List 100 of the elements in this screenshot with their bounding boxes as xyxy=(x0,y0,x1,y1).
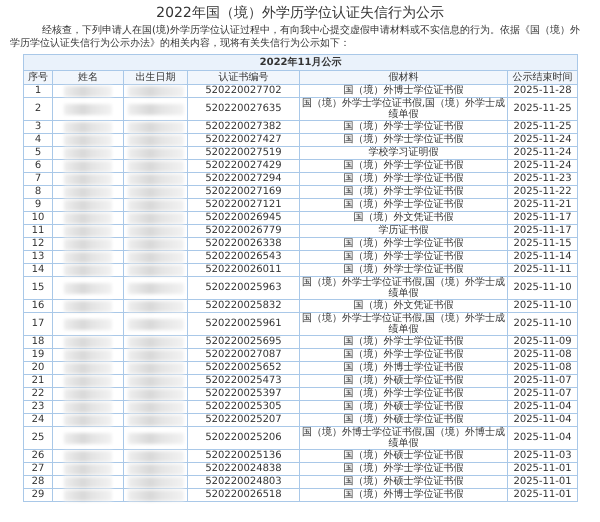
table-cell: 国（境）外硕士学位证书假 xyxy=(300,476,508,488)
column-header: 认证书编号 xyxy=(188,70,300,84)
table-cell: 国（境）外学士学位证书假 xyxy=(300,172,508,186)
blurred-text xyxy=(64,450,112,462)
table-cell: 2025-11-22 xyxy=(508,186,578,198)
column-header: 假材料 xyxy=(300,70,508,84)
table-cell: 国（境）外学士学位证书假 xyxy=(300,186,508,198)
blurred-text xyxy=(64,376,112,386)
blurred-text xyxy=(128,350,184,360)
table-cell: 学历证书假 xyxy=(300,224,508,238)
table-cell: 2025-11-04 xyxy=(508,400,578,414)
table-cell: 520220025832 xyxy=(188,300,300,312)
table-cell: 2025-11-24 xyxy=(508,134,578,146)
table-cell: 2025-11-25 xyxy=(508,98,578,120)
blurred-text xyxy=(64,252,112,262)
table-cell: 国（境）外硕士学位证书假 xyxy=(300,414,508,426)
blurred-text xyxy=(64,362,112,374)
blurred-text xyxy=(64,186,112,198)
table-cell: 10 xyxy=(24,212,52,224)
blurred-text xyxy=(128,450,184,462)
blurred-text xyxy=(128,86,184,96)
table-cell: 24 xyxy=(24,414,52,426)
table-cell: 2 xyxy=(24,98,52,120)
table-cell: 8 xyxy=(24,186,52,198)
table-cell: 2025-11-14 xyxy=(508,250,578,264)
blurred-text xyxy=(128,238,184,250)
blurred-text xyxy=(64,414,112,426)
blurred-text xyxy=(64,86,112,96)
table-cell: 国（境）外学士学位证书假 xyxy=(300,250,508,264)
table-cell: 520220025652 xyxy=(188,362,300,374)
table-cell: 国（境）外博士学位证书假 xyxy=(300,362,508,374)
blurred-text xyxy=(64,388,112,400)
column-header: 公示结束时间 xyxy=(508,70,578,84)
blurred-text xyxy=(128,186,184,198)
table-cell: 国（境）外学士学位证书假 xyxy=(300,462,508,476)
table-cell: 16 xyxy=(24,300,52,312)
table-cell: 2025-11-25 xyxy=(508,120,578,134)
table-cell: 14 xyxy=(24,264,52,276)
blurred-text xyxy=(64,464,112,474)
table-cell: 国（境）外学士学位证书假 xyxy=(300,388,508,400)
table-cell: 18 xyxy=(24,336,52,348)
blurred-text xyxy=(64,402,112,412)
table-cell: 国（境）外硕士学位证书假 xyxy=(300,374,508,388)
blurred-text xyxy=(128,336,184,348)
table-cell: 1 xyxy=(24,84,52,98)
table-cell: 520220027169 xyxy=(188,186,300,198)
table-cell: 520220024803 xyxy=(188,476,300,488)
table-cell: 国（境）外学士学位证书假,国（境）外学士成绩单假 xyxy=(300,276,508,300)
blurred-text xyxy=(64,300,112,312)
table-cell: 国（境）外学士学位证书假 xyxy=(300,348,508,362)
blurred-text xyxy=(128,388,184,400)
table-cell: 2025-11-04 xyxy=(508,414,578,426)
blurred-text xyxy=(128,212,184,224)
column-header: 序号 xyxy=(24,70,52,84)
table-cell: 520220024838 xyxy=(188,462,300,476)
table-cell: 2025-11-28 xyxy=(508,84,578,98)
blurred-text xyxy=(64,122,112,132)
table-cell: 国（境）外学士学位证书假,国（境）外学士成绩单假 xyxy=(300,98,508,120)
blurred-text xyxy=(64,350,112,360)
table-cell: 19 xyxy=(24,348,52,362)
table-cell: 26 xyxy=(24,450,52,462)
blurred-text xyxy=(64,174,112,184)
table-cell: 4 xyxy=(24,134,52,146)
table-cell: 520220025136 xyxy=(188,450,300,462)
table-cell: 520220026543 xyxy=(188,250,300,264)
table-cell: 28 xyxy=(24,476,52,488)
table-cell: 2025-11-10 xyxy=(508,276,578,300)
blurred-text xyxy=(64,134,112,146)
blurred-text xyxy=(64,336,112,348)
blurred-text xyxy=(128,376,184,386)
table-cell: 520220025305 xyxy=(188,400,300,414)
column-header: 出生日期 xyxy=(124,70,188,84)
table-cell: 国（境）外博士学位证书假 xyxy=(300,84,508,98)
blurred-text xyxy=(128,300,184,312)
blurred-text xyxy=(64,200,112,210)
table-cell: 7 xyxy=(24,172,52,186)
table-cell: 520220027427 xyxy=(188,134,300,146)
table-cell: 2025-11-21 xyxy=(508,198,578,212)
table-cell: 国（境）外硕士学位证书假 xyxy=(300,450,508,462)
table-cell: 9 xyxy=(24,198,52,212)
blurred-text xyxy=(128,160,184,172)
table-cell: 3 xyxy=(24,120,52,134)
table-cell: 2025-11-09 xyxy=(508,336,578,348)
blurred-text xyxy=(64,282,112,294)
table-cell: 2025-11-07 xyxy=(508,388,578,400)
blurred-text xyxy=(128,104,184,114)
blurred-text xyxy=(64,476,112,488)
table-cell: 520220026518 xyxy=(188,488,300,502)
table-cell: 2025-11-03 xyxy=(508,450,578,462)
blurred-text xyxy=(128,282,184,294)
table-cell: 11 xyxy=(24,224,52,238)
table-cell: 2025-11-24 xyxy=(508,160,578,172)
table-cell: 520220027121 xyxy=(188,198,300,212)
table-cell: 国（境）外学士学位证书假 xyxy=(300,134,508,146)
table-cell: 2025-11-11 xyxy=(508,264,578,276)
blurred-text xyxy=(128,174,184,184)
blurred-text xyxy=(128,134,184,146)
blurred-text xyxy=(64,264,112,276)
column-header: 姓名 xyxy=(52,70,124,84)
blurred-text xyxy=(128,252,184,262)
